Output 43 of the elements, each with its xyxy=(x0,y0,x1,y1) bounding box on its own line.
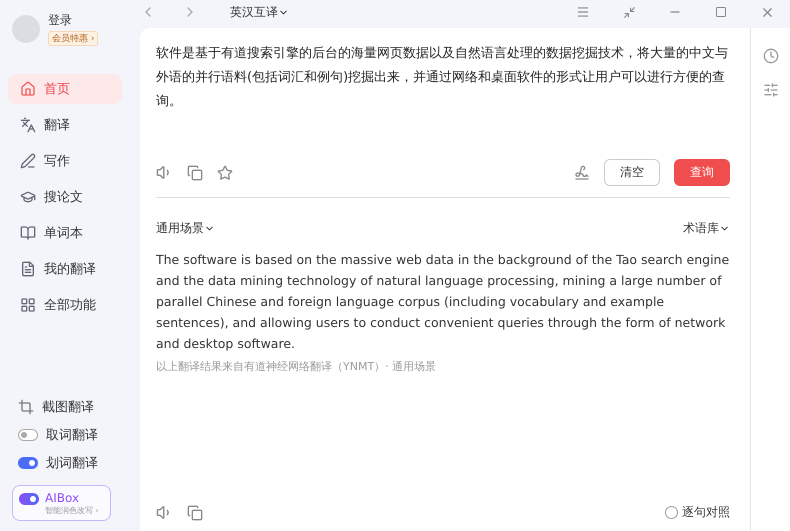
source-note: 以上翻译结果来自有道神经网络翻译（YNMT）· 通用场景 xyxy=(156,359,438,374)
login-link[interactable]: 登录 xyxy=(48,12,98,29)
translation-text: The software is based on the massive web data in the background of the Tao search engine and the data mining technology of natural language processing, mining a large number of parallel Chinese and foreign language corpus (including vocabulary and example sentences), and allowing users to conduct convenient queries through the form of network and desktop software. xyxy=(156,251,730,353)
maximize-icon[interactable] xyxy=(715,6,727,18)
menu-icon[interactable] xyxy=(576,5,590,19)
member-badge[interactable]: 会员特惠 › xyxy=(48,31,98,46)
nav-item[interactable]: 全部功能 xyxy=(8,290,122,320)
grid-icon xyxy=(20,297,36,313)
language-dropdown[interactable]: 英汉互译 xyxy=(230,4,289,20)
nav-item[interactable]: 翻译 xyxy=(8,110,122,140)
translate-icon xyxy=(20,117,36,133)
termbase-dropdown[interactable]: 术语库 xyxy=(683,220,730,237)
nav-item[interactable]: 写作 xyxy=(8,146,122,176)
source-text[interactable]: 软件是基于有道搜索引擎的后台的海量网页数据以及自然语言处理的数据挖掘技术，将大量的中文与外语的并行语料(包括词汇和例句)挖掘出来，并通过网络和桌面软件的形式让用户可以进行方便的查询。 xyxy=(156,42,730,158)
aibox-title: AIBox xyxy=(45,491,80,505)
scene-dropdown[interactable]: 通用场景 xyxy=(156,220,215,237)
nav-item[interactable]: 搜论文 xyxy=(8,182,122,212)
toggle-switch[interactable] xyxy=(18,429,38,441)
tool-item[interactable]: 取词翻译 xyxy=(8,421,140,449)
settings-icon[interactable] xyxy=(762,82,778,98)
nav-item[interactable]: 我的翻译 xyxy=(8,254,122,284)
radio-button[interactable] xyxy=(665,506,678,519)
crop-icon xyxy=(18,399,34,415)
home-icon xyxy=(20,81,36,97)
star-icon[interactable] xyxy=(217,164,233,180)
document-icon xyxy=(20,261,36,277)
pen-icon[interactable] xyxy=(574,164,590,180)
toggle-switch[interactable] xyxy=(19,493,39,505)
toggle-switch[interactable] xyxy=(18,457,38,469)
compare-option[interactable]: 逐句对照 xyxy=(665,504,730,521)
copy-icon[interactable] xyxy=(187,164,203,180)
copy-icon[interactable] xyxy=(187,504,203,520)
tool-item[interactable]: 截图翻译 xyxy=(8,393,140,421)
query-button[interactable]: 查询 xyxy=(674,159,730,186)
book-icon xyxy=(20,225,36,241)
nav-item[interactable]: 单词本 xyxy=(8,218,122,248)
history-icon[interactable] xyxy=(762,48,778,64)
mini-mode-icon[interactable] xyxy=(622,6,636,18)
graduation-cap-icon xyxy=(20,189,36,205)
clear-button[interactable]: 清空 xyxy=(604,159,660,186)
pen-icon xyxy=(20,153,36,169)
tool-item[interactable]: 划词翻译 xyxy=(8,449,140,477)
aibox-card[interactable]: AIBox 智能润色改写 › xyxy=(12,485,111,521)
